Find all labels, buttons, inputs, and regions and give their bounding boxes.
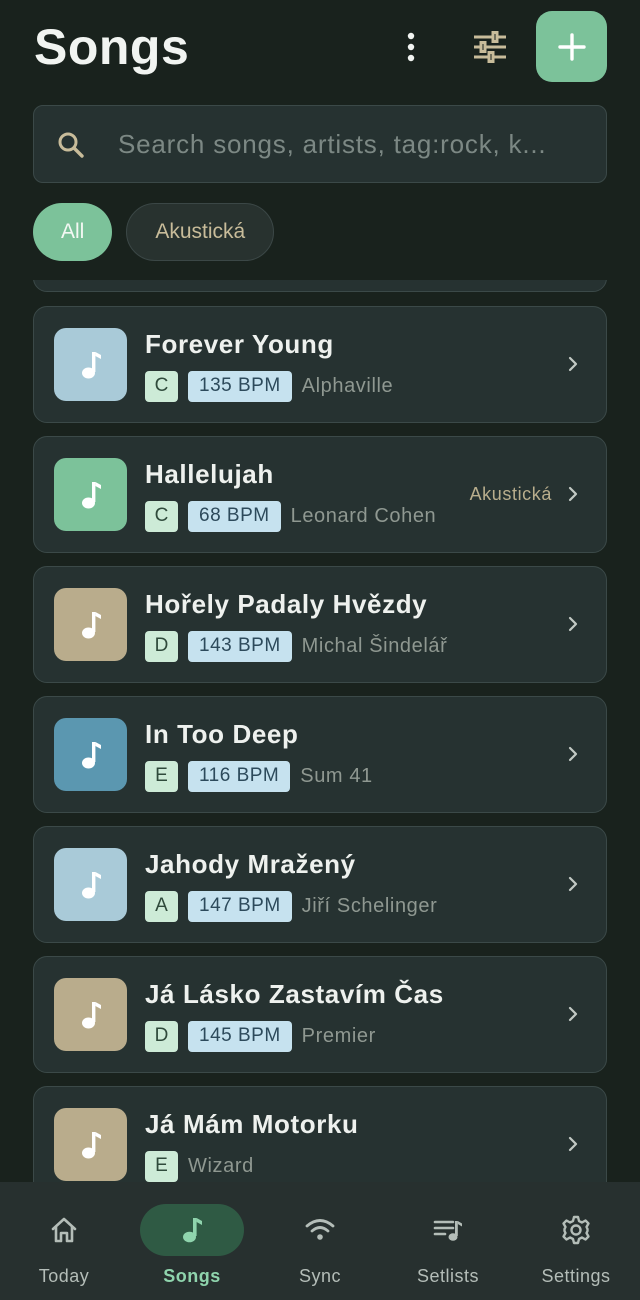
bottom-navigation: Today Songs Sync Setlists Settings <box>0 1182 640 1300</box>
bpm-badge: 68 BPM <box>188 500 281 532</box>
song-meta: C 68 BPM Leonard Cohen <box>145 500 436 532</box>
song-card[interactable]: Já Lásko Zastavím Čas D 145 BPM Premier <box>33 956 607 1073</box>
song-list[interactable]: Forever Young C 135 BPM Alphaville Halle… <box>0 280 640 1182</box>
chevron-right-icon <box>568 746 578 762</box>
song-meta: D 143 BPM Michal Šindelář <box>145 630 447 662</box>
key-badge: E <box>145 1150 178 1182</box>
song-tag: Akustická <box>469 484 552 504</box>
song-card[interactable]: Hořely Padaly Hvězdy D 143 BPM Michal Ši… <box>33 566 607 683</box>
song-artist: Alphaville <box>301 374 394 397</box>
song-meta: D 145 BPM Premier <box>145 1020 376 1052</box>
gear-icon <box>562 1215 590 1245</box>
filter-chip-akusticka[interactable]: Akustická <box>126 203 275 261</box>
chevron-right-icon <box>568 1006 578 1022</box>
song-card[interactable]: Jahody Mražený A 147 BPM Jiří Schelinger <box>33 826 607 943</box>
plus-icon <box>557 32 586 61</box>
filter-chip-all[interactable]: All <box>33 203 113 261</box>
filter-chips: All Akustická <box>33 203 275 261</box>
music-note-icon <box>81 481 101 508</box>
song-title: Já Lásko Zastavím Čas <box>145 979 444 1009</box>
bpm-badge: 145 BPM <box>188 1020 292 1052</box>
song-thumbnail <box>54 1108 127 1181</box>
song-title: Hallelujah <box>145 459 274 489</box>
search-input[interactable] <box>118 124 588 164</box>
more-vert-icon <box>407 32 415 62</box>
song-artist: Premier <box>301 1024 376 1047</box>
chevron-right-icon <box>568 1136 578 1152</box>
key-badge: C <box>145 500 178 532</box>
key-badge: A <box>145 890 178 922</box>
song-artist: Sum 41 <box>300 764 373 787</box>
bpm-badge: 135 BPM <box>188 370 292 402</box>
home-icon <box>51 1217 77 1243</box>
song-title: In Too Deep <box>145 719 299 749</box>
music-note-icon <box>81 871 101 898</box>
song-card[interactable]: Já Mám Motorku E Wizard <box>33 1086 607 1182</box>
song-title: Forever Young <box>145 329 334 359</box>
song-meta: A 147 BPM Jiří Schelinger <box>145 890 437 922</box>
song-title: Hořely Padaly Hvězdy <box>145 589 428 619</box>
song-artist: Michal Šindelář <box>301 634 448 657</box>
nav-label: Today <box>38 1266 90 1286</box>
playlist-icon <box>433 1220 462 1241</box>
key-badge: D <box>145 1020 178 1052</box>
music-note-icon <box>81 1131 101 1158</box>
song-card-partial[interactable] <box>33 280 607 292</box>
filter-settings-button[interactable] <box>466 24 514 70</box>
song-meta: E Wizard <box>145 1150 254 1182</box>
song-thumbnail <box>54 978 127 1051</box>
top-app-bar: Songs <box>0 0 640 100</box>
chevron-right-icon <box>568 616 578 632</box>
song-thumbnail <box>54 588 127 661</box>
song-card[interactable]: Forever Young C 135 BPM Alphaville <box>33 306 607 423</box>
song-title: Jahody Mražený <box>145 849 356 879</box>
filter-chip-label: All <box>61 220 85 243</box>
wifi-icon <box>305 1219 335 1240</box>
nav-item-settings[interactable]: Settings <box>512 1182 640 1300</box>
song-thumbnail <box>54 718 127 791</box>
filter-chip-label: Akustická <box>155 220 246 243</box>
song-card[interactable]: In Too Deep E 116 BPM Sum 41 <box>33 696 607 813</box>
search-bar[interactable] <box>33 105 607 183</box>
music-note-icon <box>81 1001 101 1028</box>
song-card[interactable]: Hallelujah C 68 BPM Leonard Cohen Akusti… <box>33 436 607 553</box>
more-options-button[interactable] <box>390 26 432 68</box>
page-title: Songs <box>34 19 190 75</box>
bpm-badge: 116 BPM <box>188 760 291 792</box>
add-song-button[interactable] <box>536 11 607 82</box>
nav-item-sync[interactable]: Sync <box>256 1182 384 1300</box>
bpm-badge: 143 BPM <box>188 630 292 662</box>
music-note-icon <box>81 351 101 378</box>
tune-sliders-icon <box>474 31 506 63</box>
song-artist: Wizard <box>188 1154 254 1177</box>
key-badge: D <box>145 630 178 662</box>
music-note-icon <box>81 741 101 768</box>
key-badge: C <box>145 370 178 402</box>
bpm-badge: 147 BPM <box>188 890 292 922</box>
nav-item-today[interactable]: Today <box>0 1182 128 1300</box>
song-title: Já Mám Motorku <box>145 1109 359 1139</box>
music-note-icon <box>183 1218 202 1243</box>
key-badge: E <box>145 760 178 792</box>
chevron-right-icon <box>568 876 578 892</box>
song-thumbnail <box>54 458 127 531</box>
nav-label: Sync <box>298 1266 342 1286</box>
search-icon <box>58 132 84 158</box>
song-artist: Jiří Schelinger <box>301 894 438 917</box>
nav-item-setlists[interactable]: Setlists <box>384 1182 512 1300</box>
nav-item-songs[interactable]: Songs <box>128 1182 256 1300</box>
nav-label: Songs <box>163 1266 221 1286</box>
song-meta: E 116 BPM Sum 41 <box>145 760 373 792</box>
nav-label: Settings <box>541 1266 611 1286</box>
nav-label: Setlists <box>416 1266 480 1286</box>
music-note-icon <box>81 611 101 638</box>
song-meta: C 135 BPM Alphaville <box>145 370 393 402</box>
song-thumbnail <box>54 848 127 921</box>
song-artist: Leonard Cohen <box>290 504 437 527</box>
song-thumbnail <box>54 328 127 401</box>
chevron-right-icon <box>568 356 578 372</box>
chevron-right-icon <box>568 486 578 502</box>
